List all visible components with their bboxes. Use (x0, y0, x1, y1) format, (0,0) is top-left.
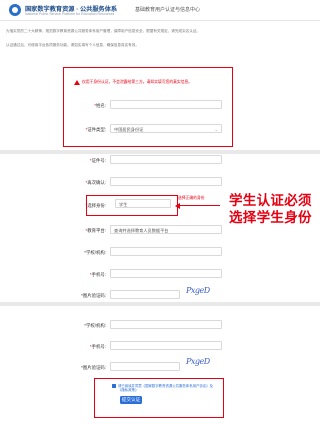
warning-icon (74, 80, 80, 85)
notice-paragraph-1: 为落实党的二十大精神，规范数字教育资源公共服务体系用户管理，保障用户信息安全，根… (6, 29, 201, 33)
captcha-input[interactable] (110, 290, 180, 299)
verify-label: *再次确认: (85, 180, 106, 185)
captcha-label: *图片验证码: (81, 293, 106, 298)
notice-paragraph-2: 认证通过后，可使用平台各项服务功能。请如实填写个人信息，确保信息真实有效。 (6, 43, 139, 47)
id-type-select[interactable]: 中国居民身份证 ⌄ (110, 124, 222, 133)
phone-input[interactable] (110, 269, 222, 278)
screenshot-divider-2 (0, 302, 320, 306)
platform-select[interactable]: 查询并选择教育人员数据平台 (110, 225, 222, 234)
captcha-label-2: *图片验证码: (81, 365, 106, 370)
name-label: *姓名: (94, 103, 106, 108)
privacy-warning: 仅用于身份认证，不会泄露给第三方。请如实填写您的真实信息。 (82, 80, 193, 84)
school-label-2: *学校/机构: (84, 323, 106, 328)
captcha-image-2[interactable]: PxgeD (186, 357, 210, 366)
arrow-left-icon (175, 202, 180, 209)
identity-value: 学生 (119, 202, 128, 207)
captcha-input-2[interactable] (110, 362, 180, 371)
school-label: *学校/机构: (84, 250, 106, 255)
captcha-image[interactable]: PxgeD (186, 286, 210, 295)
phone-input-2[interactable] (110, 341, 222, 350)
agree-checkbox[interactable] (112, 384, 116, 388)
id-verify-input[interactable] (110, 177, 222, 186)
identity-label: *选择身份: (85, 203, 107, 208)
brand-subtitle: National Public Service Platform for Edu… (25, 12, 115, 16)
submit-button[interactable]: 提交认证 (120, 396, 142, 404)
screenshot-divider (0, 150, 320, 154)
school-input[interactable] (110, 247, 222, 256)
annotation-line-2: 选择学生身份 (229, 210, 312, 225)
identity-hint: 选择正确的身份 (178, 196, 205, 200)
platform-logo-icon (9, 4, 21, 16)
agreement-text[interactable]: 请已阅读并同意《国家数字教育资源公共服务体系用户协议》及《隐私政策》 (118, 384, 218, 392)
identity-select[interactable]: 学生 (115, 199, 171, 208)
id-type-value: 中国居民身份证 (114, 127, 144, 132)
platform-label: *教育平台: (85, 228, 106, 233)
id-type-label: *证件类型: (85, 127, 106, 132)
id-number-label: *证件号: (89, 158, 106, 163)
page-title: 基础教育用户认证与信息中心 (135, 7, 201, 13)
school-input-2[interactable] (110, 320, 222, 329)
name-input[interactable] (110, 100, 222, 109)
phone-label: *手机号: (89, 272, 106, 277)
arrow-line (178, 205, 220, 207)
chevron-down-icon: ⌄ (214, 127, 218, 132)
platform-placeholder: 查询并选择教育人员数据平台 (114, 228, 169, 233)
id-number-input[interactable] (110, 155, 222, 164)
phone-label-2: *手机号: (89, 344, 106, 349)
